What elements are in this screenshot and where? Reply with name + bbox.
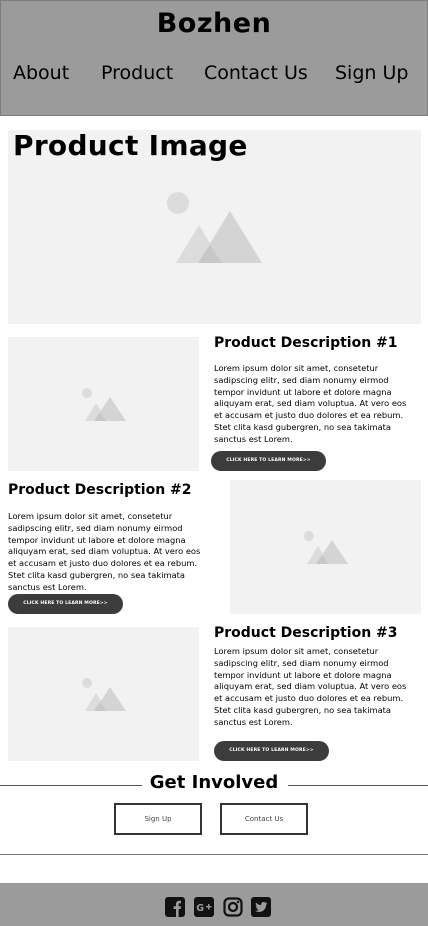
nav-product-link[interactable]: Product	[101, 62, 173, 84]
hero-title: Product Image	[13, 129, 248, 162]
product-1-title: Product Description #1	[214, 335, 398, 351]
product-3-image	[8, 627, 199, 761]
product-2-title: Product Description #2	[8, 482, 192, 498]
brand-title[interactable]: Bozhen	[0, 8, 428, 39]
nav-signup-link[interactable]: Sign Up	[335, 62, 408, 84]
site-footer	[0, 883, 428, 926]
product-2-image	[230, 480, 421, 614]
footer-divider	[0, 854, 428, 855]
product-1-text: Lorem ipsum dolor sit amet, consetetur s…	[214, 363, 407, 444]
product-2-learn-more-button[interactable]: CLICK HERE TO LEARN MORE>>	[8, 594, 123, 614]
image-placeholder-icon	[82, 678, 126, 711]
section-divider-right	[288, 785, 428, 786]
facebook-icon[interactable]	[165, 897, 185, 917]
google-plus-icon[interactable]: G	[194, 897, 214, 917]
nav-contact-link[interactable]: Contact Us	[204, 62, 308, 84]
product-2-text: Lorem ipsum dolor sit amet, consetetur s…	[8, 511, 201, 592]
nav-about-link[interactable]: About	[13, 62, 69, 84]
product-3-text: Lorem ipsum dolor sit amet, consetetur s…	[214, 646, 407, 727]
product-3-title: Product Description #3	[214, 625, 398, 641]
get-involved-contact-button[interactable]: Contact Us	[220, 803, 308, 835]
get-involved-signup-button[interactable]: Sign Up	[114, 803, 202, 835]
image-placeholder-icon	[304, 531, 348, 564]
image-placeholder-icon	[82, 388, 126, 421]
section-divider-left	[0, 785, 142, 786]
get-involved-heading: Get Involved	[149, 772, 279, 793]
instagram-icon[interactable]	[223, 897, 243, 917]
product-3-learn-more-button[interactable]: CLICK HERE TO LEARN MORE>>	[214, 741, 329, 761]
product-1-image	[8, 337, 199, 471]
svg-text:G: G	[196, 903, 204, 914]
twitter-icon[interactable]	[251, 897, 271, 917]
product-1-learn-more-button[interactable]: CLICK HERE TO LEARN MORE>>	[211, 451, 326, 471]
